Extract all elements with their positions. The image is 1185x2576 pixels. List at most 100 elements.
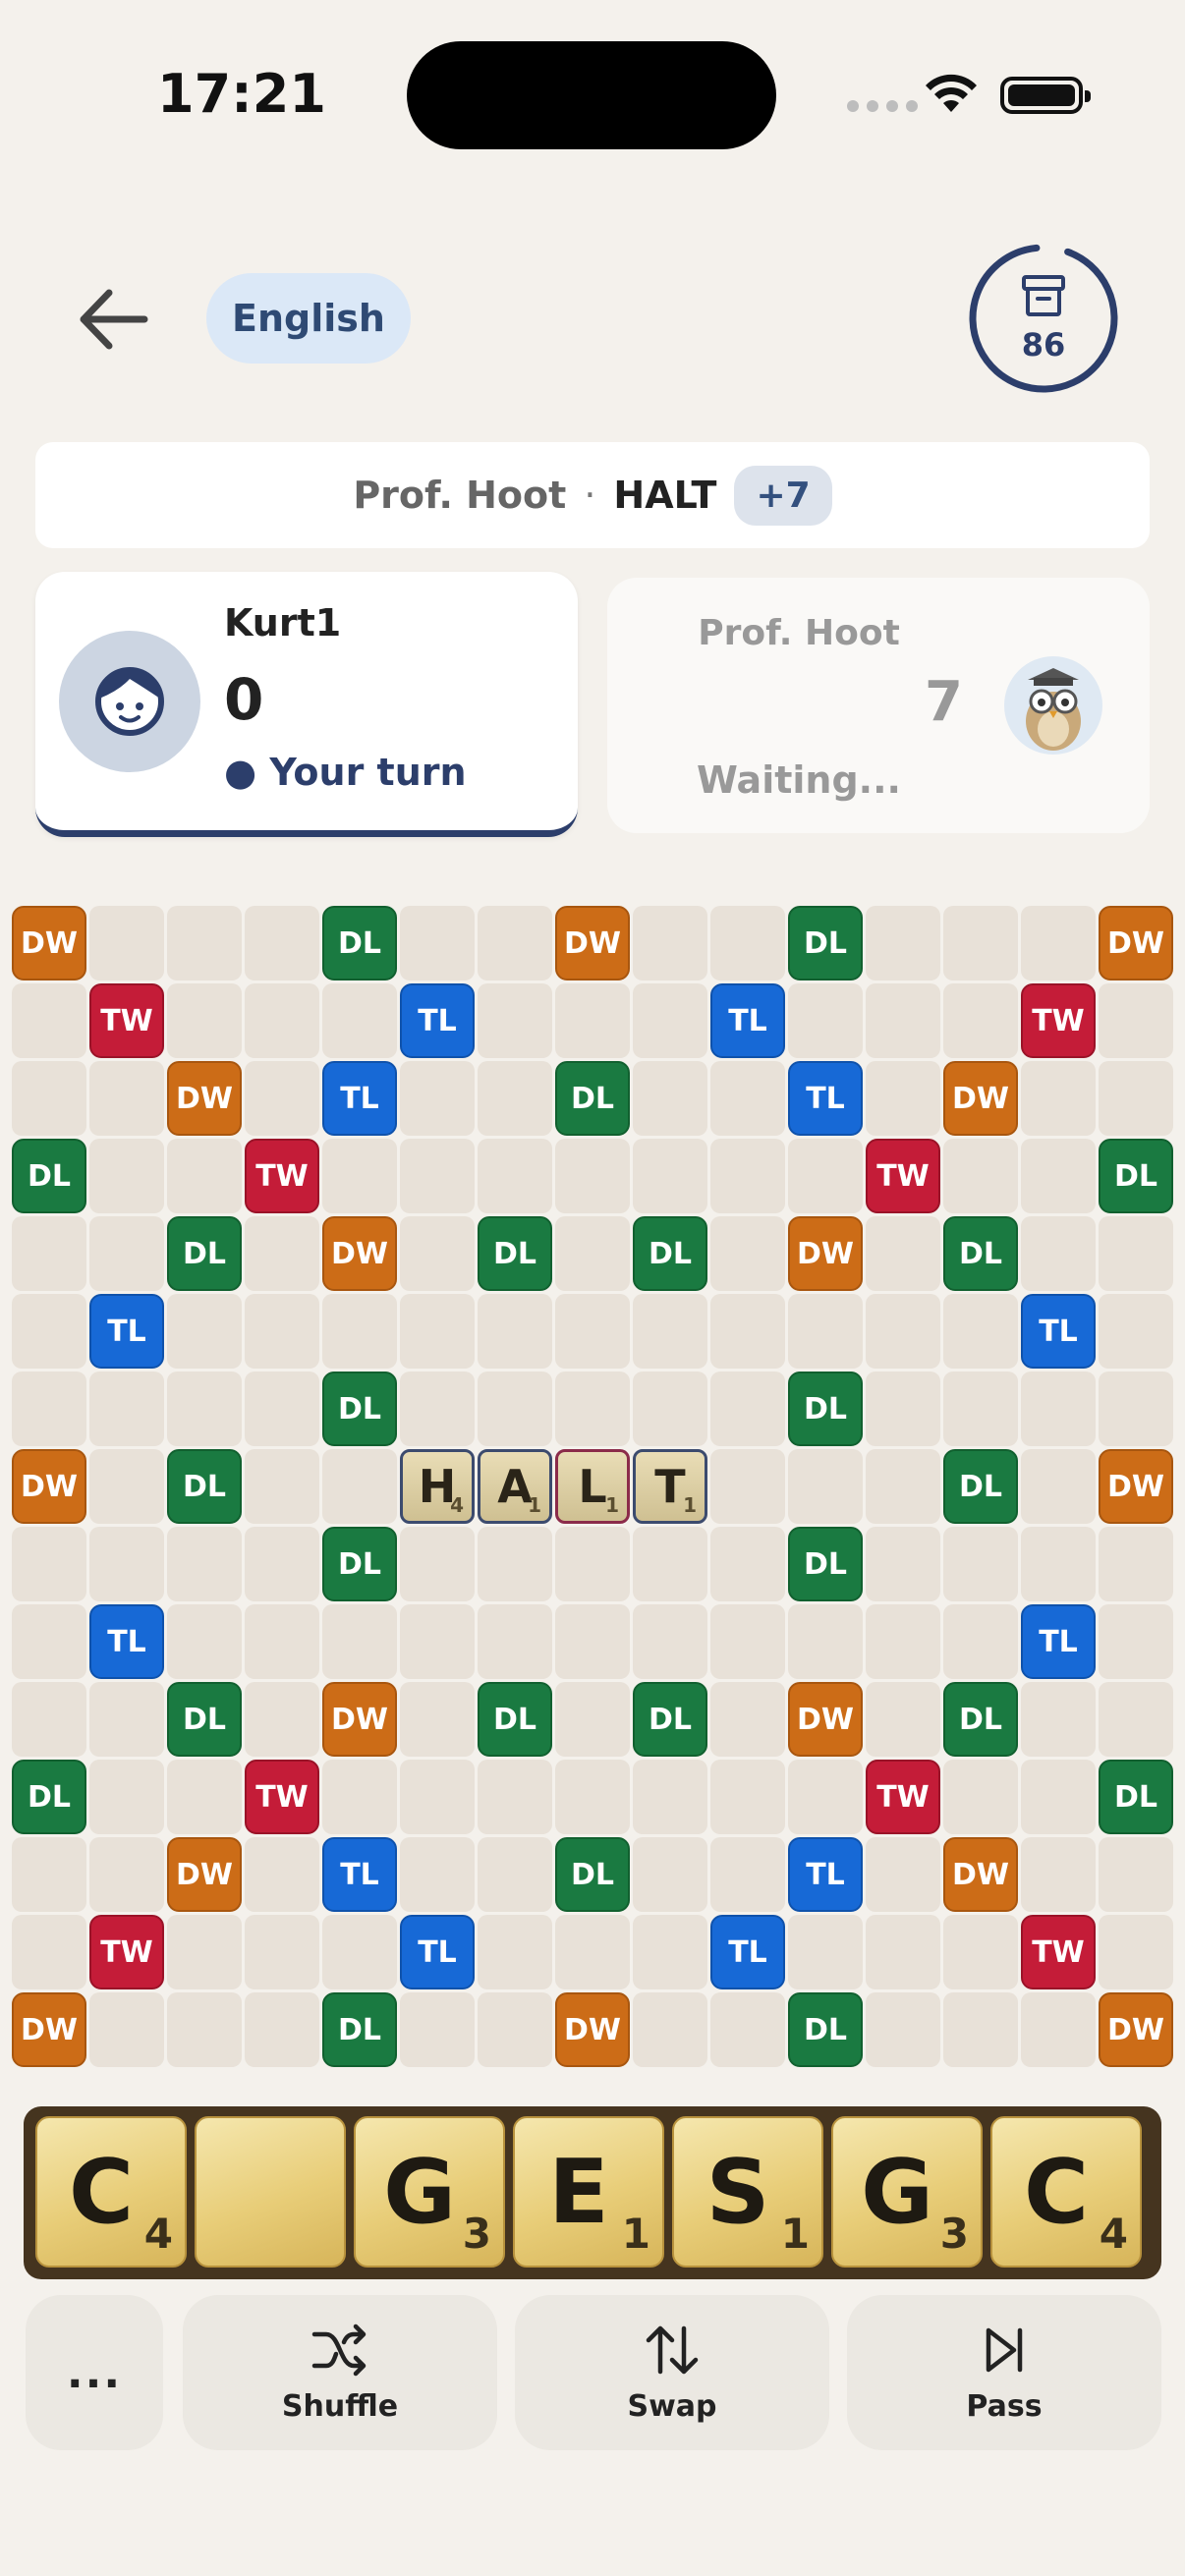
board-cell[interactable] [478,1372,552,1446]
board-cell[interactable] [12,1216,86,1291]
board-cell[interactable] [633,1294,707,1369]
premium-square-dw[interactable]: DW [167,1837,242,1912]
board-cell[interactable] [555,1216,630,1291]
premium-square-dl[interactable]: DL [478,1682,552,1757]
premium-square-dl[interactable]: DL [788,1527,863,1601]
board-cell[interactable] [478,983,552,1058]
board-cell[interactable] [322,1139,397,1213]
board-cell[interactable] [167,1294,242,1369]
board-cell[interactable] [943,1372,1018,1446]
board-cell[interactable] [866,1294,940,1369]
board-cell[interactable] [710,1527,785,1601]
board-cell[interactable] [555,1139,630,1213]
board-cell[interactable] [710,1760,785,1834]
board-cell[interactable] [478,1294,552,1369]
board-cell[interactable] [1099,1915,1173,1989]
board-cell[interactable] [478,1915,552,1989]
board-cell[interactable] [12,1682,86,1757]
board-cell[interactable] [478,906,552,980]
board-cell[interactable] [400,1837,475,1912]
premium-square-dl[interactable]: DL [943,1682,1018,1757]
premium-square-dl[interactable]: DL [1099,1139,1173,1213]
board-cell[interactable] [89,1682,164,1757]
board-cell[interactable] [555,1760,630,1834]
board-cell[interactable] [245,1449,319,1524]
premium-square-tl[interactable]: TL [322,1061,397,1136]
premium-square-dw[interactable]: DW [555,906,630,980]
board-cell[interactable] [710,1139,785,1213]
board-cell[interactable] [12,1372,86,1446]
board-cell[interactable] [866,1527,940,1601]
board-cell[interactable] [866,1372,940,1446]
premium-square-dw[interactable]: DW [1099,1449,1173,1524]
board-cell[interactable] [89,1760,164,1834]
premium-square-dl[interactable]: DL [633,1682,707,1757]
premium-square-dw[interactable]: DW [788,1682,863,1757]
board-cell[interactable] [555,1915,630,1989]
board-cell[interactable] [1021,1527,1096,1601]
board-cell[interactable] [1099,1372,1173,1446]
board-cell[interactable] [710,1294,785,1369]
board-cell[interactable] [400,1294,475,1369]
premium-square-tw[interactable]: TW [245,1139,319,1213]
premium-square-dl[interactable]: DL [1099,1760,1173,1834]
board-cell[interactable] [710,1604,785,1679]
premium-square-dw[interactable]: DW [788,1216,863,1291]
board-cell[interactable] [245,906,319,980]
premium-square-tl[interactable]: TL [322,1837,397,1912]
board-cell[interactable] [633,1915,707,1989]
board-cell[interactable] [710,1682,785,1757]
board-cell[interactable] [943,1294,1018,1369]
board-cell[interactable] [89,906,164,980]
board-cell[interactable] [12,1837,86,1912]
board-cell[interactable] [633,1372,707,1446]
board-cell[interactable] [400,1682,475,1757]
premium-square-tl[interactable]: TL [788,1837,863,1912]
board-cell[interactable] [633,1837,707,1912]
board-cell[interactable] [1021,1139,1096,1213]
board-cell[interactable] [1099,1604,1173,1679]
board-cell[interactable] [322,1604,397,1679]
premium-square-tl[interactable]: TL [710,983,785,1058]
board-cell[interactable] [12,1604,86,1679]
rack-tile[interactable]: C4 [990,2116,1142,2268]
premium-square-dw[interactable]: DW [943,1061,1018,1136]
board-cell[interactable] [89,1992,164,2067]
board-cell[interactable] [89,1837,164,1912]
board-cell[interactable] [633,1139,707,1213]
board-cell[interactable] [322,1294,397,1369]
premium-square-tw[interactable]: TW [1021,1915,1096,1989]
premium-square-dl[interactable]: DL [322,1992,397,2067]
board-cell[interactable] [710,1216,785,1291]
board-cell[interactable] [788,1760,863,1834]
board-cell[interactable] [322,983,397,1058]
board-cell[interactable] [12,1915,86,1989]
premium-square-dw[interactable]: DW [555,1992,630,2067]
board-cell[interactable] [400,1139,475,1213]
premium-square-dl[interactable]: DL [555,1061,630,1136]
premium-square-dl[interactable]: DL [943,1216,1018,1291]
premium-square-dw[interactable]: DW [1099,906,1173,980]
board-cell[interactable] [943,983,1018,1058]
premium-square-dl[interactable]: DL [12,1760,86,1834]
board-cell[interactable] [866,1449,940,1524]
premium-square-dl[interactable]: DL [12,1139,86,1213]
board-cell[interactable] [322,1760,397,1834]
premium-square-dw[interactable]: DW [12,1449,86,1524]
premium-square-dl[interactable]: DL [478,1216,552,1291]
premium-square-tl[interactable]: TL [400,983,475,1058]
premium-square-dl[interactable]: DL [322,906,397,980]
rack-tile[interactable]: E1 [513,2116,664,2268]
board-cell[interactable] [478,1139,552,1213]
rack-tile[interactable]: S1 [672,2116,823,2268]
board-cell[interactable] [710,1372,785,1446]
board-cell[interactable] [866,906,940,980]
board-cell[interactable] [555,1604,630,1679]
back-button[interactable] [69,275,157,364]
board-cell[interactable] [12,1061,86,1136]
board-cell[interactable] [89,1449,164,1524]
board-cell[interactable] [89,1061,164,1136]
board-cell[interactable] [89,1372,164,1446]
board-cell[interactable] [167,1604,242,1679]
board-cell[interactable] [710,1992,785,2067]
